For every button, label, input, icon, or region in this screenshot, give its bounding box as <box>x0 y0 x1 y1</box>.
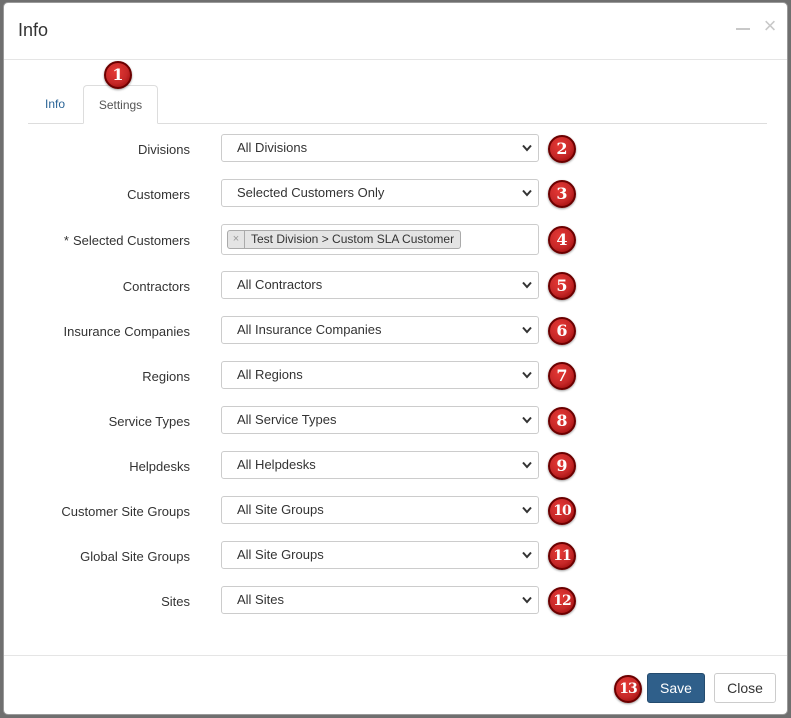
annotation-marker-4: 4 <box>548 226 576 254</box>
chevron-down-icon <box>522 371 532 379</box>
field-label: Regions <box>142 369 190 384</box>
annotation-marker-2: 2 <box>548 135 576 163</box>
select-value: All Site Groups <box>237 547 324 562</box>
field-label: Customers <box>127 187 190 202</box>
dialog-header: Info × <box>4 3 787 60</box>
service-types-select[interactable]: All Service Types <box>221 406 539 434</box>
minimize-icon <box>736 28 750 30</box>
field-insurance-companies: Insurance Companies All Insurance Compan… <box>4 316 789 347</box>
field-customer-site-groups: Customer Site Groups All Site Groups 10 <box>4 496 789 527</box>
annotation-marker-3: 3 <box>548 180 576 208</box>
select-value: All Contractors <box>237 277 323 292</box>
field-service-types: Service Types All Service Types 8 <box>4 406 789 437</box>
select-value: All Site Groups <box>237 502 324 517</box>
field-customers: Customers Selected Customers Only 3 <box>4 179 789 210</box>
regions-select[interactable]: All Regions <box>221 361 539 389</box>
chevron-down-icon <box>522 416 532 424</box>
selected-customers-multiselect[interactable]: × Test Division > Custom SLA Customer <box>221 224 539 255</box>
annotation-marker-12: 12 <box>548 587 576 615</box>
field-label: Divisions <box>137 142 190 157</box>
field-label: Contractors <box>122 279 190 294</box>
contractors-select[interactable]: All Contractors <box>221 271 539 299</box>
annotation-marker-7: 7 <box>548 362 576 390</box>
select-value: All Regions <box>237 367 303 382</box>
select-value: Selected Customers Only <box>237 185 385 200</box>
chevron-down-icon <box>522 144 532 152</box>
sites-select[interactable]: All Sites <box>221 586 539 614</box>
insurance-companies-select[interactable]: All Insurance Companies <box>221 316 539 344</box>
annotation-marker-13: 13 <box>614 675 642 703</box>
annotation-marker-8: 8 <box>548 407 576 435</box>
field-label-text: Selected Customers <box>72 233 190 248</box>
annotation-marker-6: 6 <box>548 317 576 345</box>
minimize-button[interactable] <box>734 17 752 35</box>
helpdesks-select[interactable]: All Helpdesks <box>221 451 539 479</box>
annotation-marker-5: 5 <box>548 272 576 300</box>
field-regions: Regions All Regions 7 <box>4 361 789 392</box>
field-label: * Selected Customers <box>4 225 190 256</box>
select-value: All Helpdesks <box>237 457 316 472</box>
chevron-down-icon <box>522 551 532 559</box>
field-label: Helpdesks <box>129 459 190 474</box>
chevron-down-icon <box>522 281 532 289</box>
chevron-down-icon <box>522 596 532 604</box>
tab-settings[interactable]: Settings <box>83 85 158 124</box>
select-value: All Divisions <box>237 140 308 155</box>
chevron-down-icon <box>522 461 532 469</box>
chevron-down-icon <box>522 506 532 514</box>
field-helpdesks: Helpdesks All Helpdesks 9 <box>4 451 789 482</box>
field-label: Insurance Companies <box>63 324 190 339</box>
tab-info[interactable]: Info <box>30 85 80 123</box>
divisions-select[interactable]: All Divisions <box>221 134 539 162</box>
close-button[interactable]: Close <box>714 673 776 703</box>
dialog-footer: 13 Save Close <box>4 655 787 716</box>
tab-bar: Info Settings <box>28 85 767 124</box>
annotation-marker-11: 11 <box>548 542 576 570</box>
annotation-marker-1: 1 <box>104 61 132 89</box>
annotation-marker-9: 9 <box>548 452 576 480</box>
field-sites: Sites All Sites 12 <box>4 586 789 617</box>
customers-select[interactable]: Selected Customers Only <box>221 179 539 207</box>
chip-label: Test Division > Custom SLA Customer <box>251 232 455 246</box>
field-global-site-groups: Global Site Groups All Site Groups 11 <box>4 541 789 572</box>
field-label: Sites <box>161 594 190 609</box>
field-selected-customers: * Selected Customers × Test Division > Cu… <box>4 224 789 256</box>
save-button[interactable]: Save <box>647 673 705 703</box>
select-value: All Insurance Companies <box>237 322 382 337</box>
field-label: Customer Site Groups <box>61 504 190 519</box>
info-dialog: Info × Info Settings 1 Divisions All Div… <box>3 2 788 715</box>
chevron-down-icon <box>522 189 532 197</box>
field-label: Global Site Groups <box>80 549 190 564</box>
select-value: All Service Types <box>237 412 337 427</box>
chevron-down-icon <box>522 326 532 334</box>
global-site-groups-select[interactable]: All Site Groups <box>221 541 539 569</box>
field-divisions: Divisions All Divisions 2 <box>4 134 789 165</box>
annotation-marker-10: 10 <box>548 497 576 525</box>
customer-site-groups-select[interactable]: All Site Groups <box>221 496 539 524</box>
required-mark: * <box>63 233 69 248</box>
chip-remove-icon[interactable]: × <box>228 231 245 248</box>
select-value: All Sites <box>237 592 284 607</box>
selected-customer-chip: × Test Division > Custom SLA Customer <box>227 230 462 249</box>
dialog-title: Info <box>18 20 49 40</box>
close-x-button[interactable]: × <box>761 15 779 37</box>
field-label: Service Types <box>108 414 190 429</box>
field-contractors: Contractors All Contractors 5 <box>4 271 789 302</box>
